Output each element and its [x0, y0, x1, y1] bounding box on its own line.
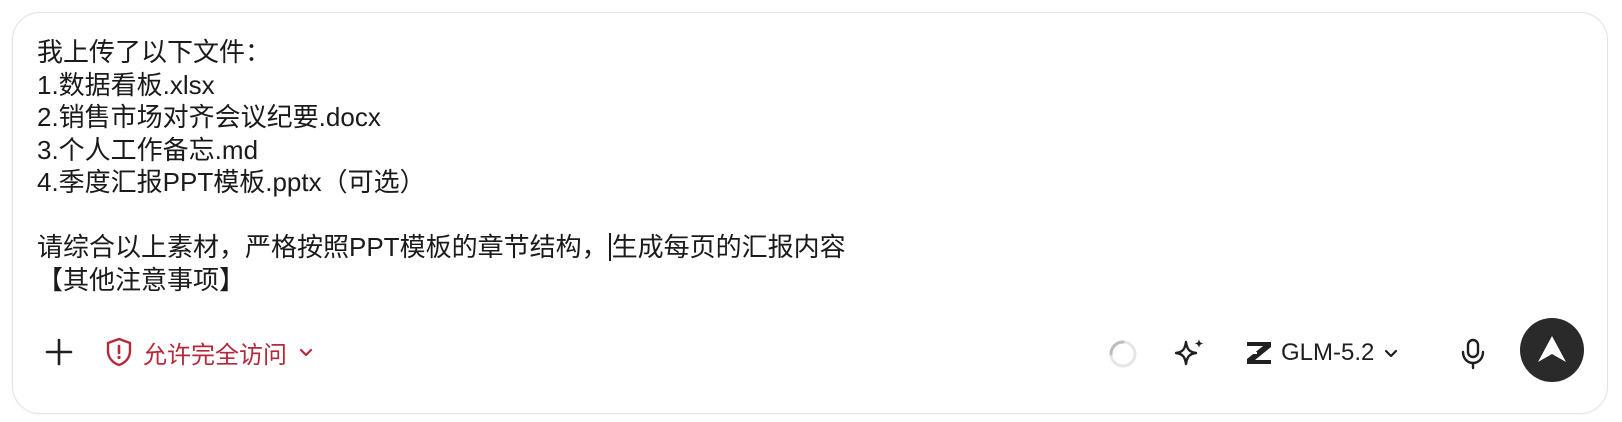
instruction-before-cursor: 请综合以上素材，严格按照PPT模板的章节结构， — [37, 232, 608, 262]
sparkle-icon — [1174, 339, 1204, 366]
chat-composer: 我上传了以下文件： 1.数据看板.xlsx 2.销售市场对齐会议纪要.docx … — [12, 12, 1608, 414]
plus-icon — [45, 338, 73, 366]
prompt-line: 3.个人工作备忘.md — [37, 134, 259, 165]
enhance-prompt-button[interactable] — [1171, 334, 1209, 372]
chevron-down-icon — [1385, 349, 1398, 358]
prompt-input[interactable]: 我上传了以下文件： 1.数据看板.xlsx 2.销售市场对齐会议纪要.docx … — [37, 36, 1577, 296]
voice-input-button[interactable] — [1453, 334, 1493, 374]
prompt-instruction-line: 请综合以上素材，严格按照PPT模板的章节结构， 生成每页的汇报内容 — [37, 231, 1577, 264]
add-attachment-button[interactable] — [41, 334, 77, 370]
access-permission-label: 允许完全访问 — [143, 341, 287, 369]
composer-toolbar: 允许完全访问 GLM-5.2 — [13, 318, 1607, 388]
prompt-line: 我上传了以下文件： — [37, 37, 272, 67]
chevron-down-icon — [299, 348, 313, 357]
model-label: GLM-5.2 — [1281, 339, 1375, 366]
prompt-line: 2.销售市场对齐会议纪要.docx — [37, 102, 381, 132]
shield-alert-icon — [106, 337, 132, 367]
text-cursor — [608, 233, 611, 261]
zhipu-z-logo-icon — [1247, 342, 1271, 364]
prompt-line: 4.季度汇报PPT模板.pptx（可选） — [37, 167, 426, 197]
prompt-notes-line: 【其他注意事项】 — [37, 264, 246, 295]
send-button[interactable] — [1520, 318, 1584, 382]
microphone-icon — [1461, 338, 1485, 370]
model-selector-dropdown[interactable]: GLM-5.2 — [1245, 332, 1400, 374]
access-permission-dropdown[interactable]: 允许完全访问 — [105, 332, 315, 372]
send-arrow-icon — [1538, 336, 1566, 362]
loading-spinner-icon — [1108, 339, 1138, 369]
prompt-line: 1.数据看板.xlsx — [37, 69, 215, 100]
instruction-after-cursor: 生成每页的汇报内容 — [611, 232, 846, 262]
